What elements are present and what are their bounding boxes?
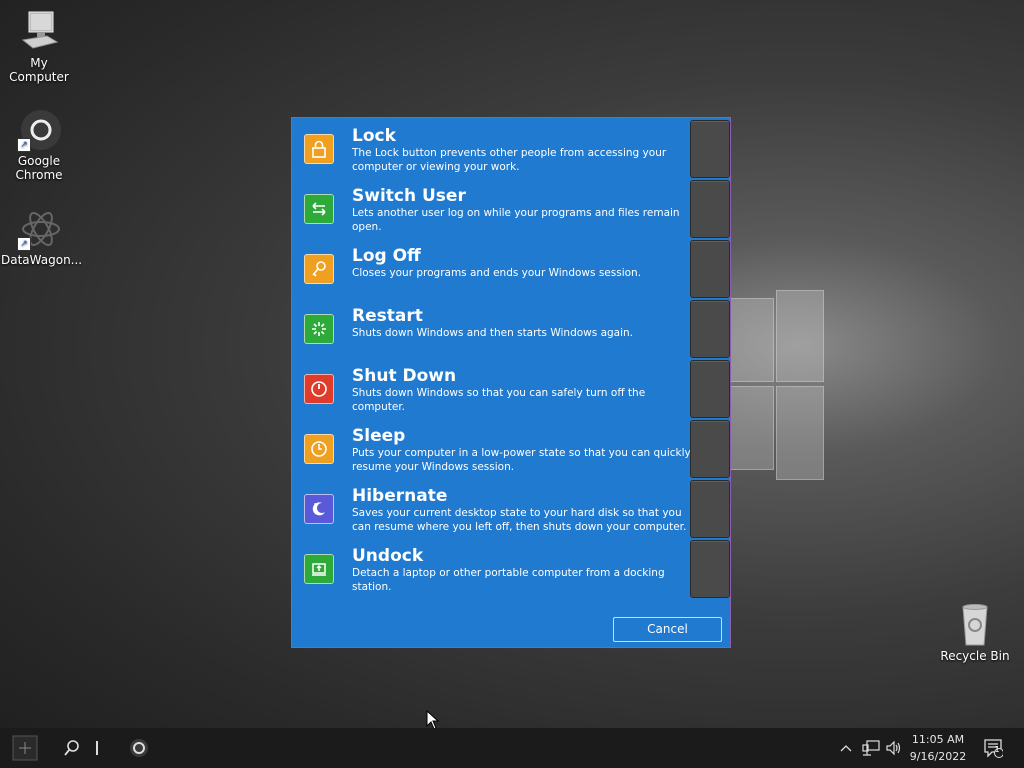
option-description: Shuts down Windows so that you can safel… [352,387,646,413]
taskbar-chrome-button[interactable] [124,728,154,768]
chrome-icon [130,739,148,757]
option-undock[interactable]: Undock Detach a laptop or other portable… [292,538,692,598]
taskbar-clock[interactable]: 11:05 AM 9/16/2022 [900,731,976,765]
option-shut-down[interactable]: Shut Down Shuts down Windows so that you… [292,358,692,418]
desktop-icon-my-computer[interactable]: My Computer [1,10,77,84]
cancel-button[interactable]: Cancel [613,617,722,642]
network-button[interactable] [860,728,882,768]
sleep-icon [304,434,334,464]
option-title: Switch User [352,186,466,206]
option-description: The Lock button prevents other people fr… [352,147,667,173]
option-description: Closes your programs and ends your Windo… [352,267,642,279]
option-description: Detach a laptop or other portable comput… [352,567,665,593]
moon-icon [304,494,334,524]
restart-side-button[interactable] [690,300,730,358]
notification-count-badge: 1 [994,745,1000,754]
option-description: Saves your current desktop state to your… [352,507,687,533]
lock-side-button[interactable] [690,120,730,178]
windows-logo-wallpaper [728,290,824,480]
option-hibernate[interactable]: Hibernate Saves your current desktop sta… [292,478,692,538]
computer-icon [17,10,61,54]
network-icon [862,740,880,756]
datawagon-icon: ↗ [17,207,61,251]
shut-down-side-button[interactable] [690,360,730,418]
option-switch-user[interactable]: Switch User Lets another user log on whi… [292,178,692,238]
sleep-side-button[interactable] [690,420,730,478]
chrome-icon: ↗ [17,108,61,152]
option-title: Lock [352,126,396,146]
key-icon [304,254,334,284]
shortcut-arrow-icon: ↗ [17,237,31,251]
search-icon [64,740,79,756]
desktop-icon-recycle-bin[interactable]: Recycle Bin [937,603,1013,663]
action-center-button[interactable]: 1 [980,728,1006,768]
hibernate-side-button[interactable] [690,480,730,538]
option-lock[interactable]: Lock The Lock button prevents other peop… [292,118,692,178]
switch-user-side-button[interactable] [690,180,730,238]
switch-user-icon [304,194,334,224]
start-button[interactable] [0,728,46,768]
shutdown-dialog: Lock The Lock button prevents other peop… [291,117,731,648]
start-icon [12,735,38,761]
chevron-up-icon [840,745,852,752]
shortcut-arrow-icon: ↗ [17,138,31,152]
power-icon [304,374,334,404]
option-title: Restart [352,306,423,326]
option-title: Shut Down [352,366,457,386]
desktop-icon-label: DataWagon... [1,253,83,267]
desktop-icon-chrome[interactable]: ↗ Google Chrome [1,108,77,182]
desktop-icon-label: My Computer [9,56,69,84]
option-description: Lets another user log on while your prog… [352,207,680,233]
option-title: Undock [352,546,424,566]
task-view-button[interactable] [90,728,104,768]
recycle-bin-icon [953,603,997,647]
log-off-side-button[interactable] [690,240,730,298]
desktop-icon-label: Recycle Bin [940,649,1010,663]
option-restart[interactable]: Restart Shuts down Windows and then star… [292,298,692,358]
undock-icon [304,554,334,584]
option-description: Shuts down Windows and then starts Windo… [352,327,634,339]
option-log-off[interactable]: Log Off Closes your programs and ends yo… [292,238,692,298]
option-title: Hibernate [352,486,448,506]
show-hidden-icons-button[interactable] [838,728,854,768]
desktop-icon-datawagon[interactable]: ↗ DataWagon... [1,207,83,267]
option-sleep[interactable]: Sleep Puts your computer in a low-power … [292,418,692,478]
taskbar: 11:05 AM 9/16/2022 1 [0,728,1024,768]
lock-icon [304,134,334,164]
option-title: Sleep [352,426,406,446]
task-view-icon [96,741,98,755]
desktop-icon-label: Google Chrome [15,154,63,182]
search-button[interactable] [58,728,86,768]
clock-date: 9/16/2022 [909,750,967,763]
clock-time: 11:05 AM [911,733,965,746]
undock-side-button[interactable] [690,540,730,598]
option-description: Puts your computer in a low-power state … [352,447,691,473]
option-title: Log Off [352,246,421,266]
restart-icon [304,314,334,344]
